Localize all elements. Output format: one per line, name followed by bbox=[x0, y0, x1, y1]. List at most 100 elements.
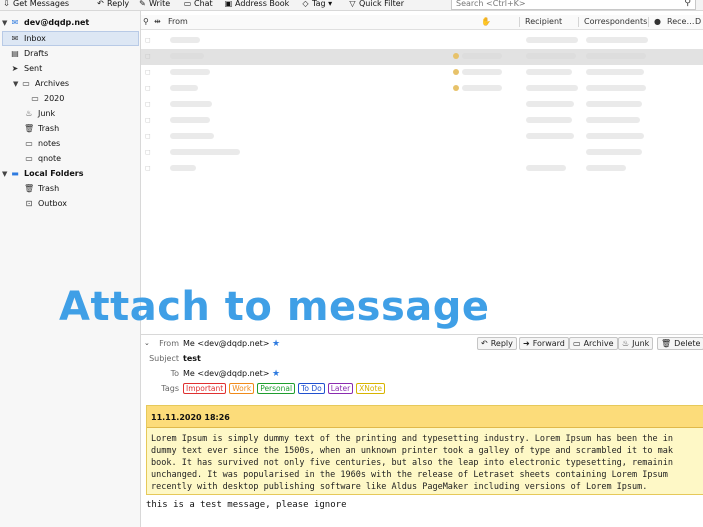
row-status-icon: ◻ bbox=[145, 68, 151, 76]
row-cell bbox=[526, 85, 578, 91]
trash-icon: 🗑 bbox=[24, 184, 35, 193]
tag-personal[interactable]: Personal bbox=[257, 383, 296, 394]
local-folders[interactable]: ▼ ▬ Local Folders bbox=[2, 166, 84, 181]
write-button[interactable]: ✎ Write bbox=[138, 0, 170, 10]
quick-filter-button[interactable]: ▽ Quick Filter bbox=[348, 0, 404, 10]
star-icon[interactable]: ★ bbox=[272, 369, 280, 379]
xnote-line: unchanged. It was popularised in the 196… bbox=[151, 470, 673, 480]
chevron-down-icon: ▾ bbox=[325, 0, 333, 8]
message-row[interactable]: ◻ bbox=[141, 33, 703, 49]
tag-important[interactable]: Important bbox=[183, 383, 227, 394]
column-recipient[interactable]: Recipient bbox=[525, 17, 562, 26]
column-from[interactable]: From bbox=[168, 17, 188, 26]
chat-icon: ▭ bbox=[183, 0, 192, 8]
reply-icon: ↶ bbox=[481, 339, 488, 348]
message-row[interactable]: ◻ bbox=[141, 129, 703, 145]
column-correspondents[interactable]: Correspondents bbox=[584, 17, 647, 26]
row-cell bbox=[586, 37, 648, 43]
folder-drafts[interactable]: ▤ Drafts bbox=[10, 46, 48, 61]
tag-work[interactable]: Work bbox=[229, 383, 255, 394]
tag-button[interactable]: ◇ Tag ▾ bbox=[301, 0, 332, 10]
folder-qnote[interactable]: ▭ qnote bbox=[24, 151, 61, 166]
folder-notes[interactable]: ▭ notes bbox=[24, 136, 60, 151]
row-cell bbox=[170, 37, 200, 43]
message-row[interactable]: ◻ bbox=[141, 49, 703, 65]
thread-column-icon[interactable]: ⇹ bbox=[154, 17, 161, 26]
reply-icon: ↶ bbox=[97, 0, 104, 8]
message-row[interactable]: ◻ bbox=[141, 65, 703, 81]
tags-label: Tags bbox=[161, 384, 179, 393]
junk-button[interactable]: ♨ Junk bbox=[618, 337, 654, 350]
row-status-icon: ◻ bbox=[145, 164, 151, 172]
chat-button[interactable]: ▭ Chat bbox=[183, 0, 213, 10]
row-cell bbox=[170, 117, 210, 123]
folder-junk[interactable]: ♨ Junk bbox=[24, 106, 55, 121]
forward-icon: ➜ bbox=[523, 339, 530, 348]
folder-trash[interactable]: 🗑 Trash bbox=[24, 121, 59, 136]
xnote-header: 11.11.2020 18:26 bbox=[147, 406, 703, 428]
tags-list: Important Work Personal To Do Later XNote bbox=[183, 383, 388, 394]
delete-button[interactable]: 🗑 Delete bbox=[657, 337, 703, 350]
attachment-column-icon[interactable]: ⚲ bbox=[143, 17, 149, 26]
archive-button[interactable]: ▭ Archive bbox=[569, 337, 618, 350]
tag-indicator-icon bbox=[453, 85, 459, 91]
row-cell bbox=[526, 53, 576, 59]
tag-column-icon[interactable]: ✋ bbox=[481, 17, 491, 26]
chevron-down-icon: ▼ bbox=[13, 80, 19, 88]
get-messages-button[interactable]: ⇩ Get Messages bbox=[2, 0, 69, 10]
local-folder-trash[interactable]: 🗑 Trash bbox=[24, 181, 59, 196]
address-book-icon: ▣ bbox=[224, 0, 233, 8]
local-folder-outbox[interactable]: ⊡ Outbox bbox=[24, 196, 67, 211]
row-cell bbox=[170, 69, 210, 75]
row-cell bbox=[586, 53, 646, 59]
xnote-line: recently with desktop publishing softwar… bbox=[151, 482, 648, 492]
column-received[interactable]: Rece… bbox=[667, 17, 694, 26]
search-input[interactable]: Search <Ctrl+K> ⚲ bbox=[451, 0, 696, 10]
row-cell bbox=[526, 37, 578, 43]
row-cell bbox=[170, 101, 212, 107]
message-row[interactable]: ◻ bbox=[141, 113, 703, 129]
message-header: ⌄ From Me <dev@dqdp.net> ★ Subject test … bbox=[141, 334, 703, 401]
filter-icon: ▽ bbox=[349, 0, 356, 8]
account-dev[interactable]: ▼ ✉ dev@dqdp.net bbox=[2, 15, 89, 30]
folder-icon: ▭ bbox=[25, 139, 33, 148]
xnote-line: Lorem Ipsum is simply dummy text of the … bbox=[151, 434, 673, 444]
folder-icon: ▭ bbox=[25, 154, 33, 163]
column-separator bbox=[519, 17, 520, 27]
archive-icon: ▭ bbox=[22, 79, 30, 88]
pencil-icon: ✎ bbox=[139, 0, 146, 8]
folder-sent[interactable]: ➤ Sent bbox=[10, 61, 43, 76]
message-row[interactable]: ◻ bbox=[141, 145, 703, 161]
message-row[interactable]: ◻ bbox=[141, 161, 703, 177]
row-cell bbox=[586, 149, 642, 155]
search-placeholder: Search <Ctrl+K> bbox=[456, 0, 526, 8]
tag-todo[interactable]: To Do bbox=[298, 383, 325, 394]
xnote-panel[interactable]: 11.11.2020 18:26 Lorem Ipsum is simply d… bbox=[146, 405, 703, 495]
tag-later[interactable]: Later bbox=[327, 383, 354, 394]
read-column-icon[interactable]: ● bbox=[654, 17, 661, 26]
row-cell bbox=[462, 53, 502, 59]
xnote-line: dummy text ever since the 1500s, when an… bbox=[151, 446, 673, 456]
column-date[interactable]: D bbox=[695, 17, 701, 26]
message-row[interactable]: ◻ bbox=[141, 81, 703, 97]
row-cell bbox=[170, 149, 240, 155]
folder-archives[interactable]: ▼ ▭ Archives bbox=[13, 76, 69, 91]
reply-button[interactable]: ↶ Reply bbox=[96, 0, 129, 10]
subject-value: test bbox=[183, 354, 201, 363]
main-toolbar: ⇩ Get Messages ↶ Reply ▭ Chat ✎ Write ▣ Addre… bbox=[0, 0, 703, 11]
row-cell bbox=[526, 101, 574, 107]
to-value[interactable]: Me <dev@dqdp.net> ★ bbox=[183, 369, 280, 379]
from-value[interactable]: Me <dev@dqdp.net> ★ bbox=[183, 339, 280, 349]
tag-xnote[interactable]: XNote bbox=[356, 383, 386, 394]
star-icon[interactable]: ★ bbox=[272, 339, 280, 349]
reply-button[interactable]: ↶ Reply bbox=[477, 337, 517, 350]
message-row[interactable]: ◻ bbox=[141, 97, 703, 113]
row-status-icon: ◻ bbox=[145, 100, 151, 108]
folder-2020[interactable]: ▭ 2020 bbox=[30, 91, 64, 106]
row-cell bbox=[462, 69, 502, 75]
forward-button[interactable]: ➜ Forward bbox=[519, 337, 569, 350]
archive-icon: ▭ bbox=[573, 339, 581, 348]
folder-inbox[interactable]: ✉ Inbox bbox=[10, 31, 46, 46]
column-header: ⚲ ⇹ From ✋ Recipient Correspondents ● Re… bbox=[141, 15, 703, 30]
address-book-button[interactable]: ▣ Address Book bbox=[224, 0, 290, 10]
